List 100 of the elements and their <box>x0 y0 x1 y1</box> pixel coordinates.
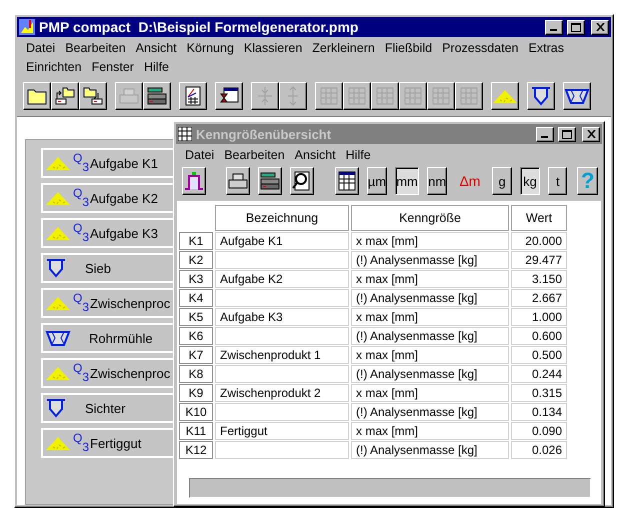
toolbar-button[interactable] <box>491 82 519 110</box>
table-cell: Aufgabe K2 <box>215 270 349 288</box>
grid-icon <box>346 85 368 107</box>
menu-item[interactable]: Ansicht <box>130 39 182 57</box>
node-label: Aufgabe K1 <box>90 156 158 170</box>
level-chart-icon <box>183 170 205 192</box>
maximize-button[interactable] <box>558 126 576 142</box>
row-header[interactable]: K10 <box>179 403 213 421</box>
table-cell: 0.090 <box>511 422 567 440</box>
pile-icon <box>45 155 71 171</box>
separator-icon <box>45 257 67 279</box>
table-cell: 0.500 <box>511 346 567 364</box>
unit-button[interactable]: kg <box>520 167 540 195</box>
toolbar-button[interactable] <box>563 82 591 110</box>
app-icon <box>19 19 35 35</box>
folder-arrow-icon <box>82 85 104 107</box>
table-cell: 29.477 <box>511 251 567 269</box>
toolbar-button[interactable] <box>527 82 555 110</box>
row-header[interactable]: K8 <box>179 365 213 383</box>
unit-button[interactable]: g <box>492 167 512 195</box>
toolbar-button[interactable] <box>258 167 282 195</box>
menu-item[interactable]: Körnung <box>182 39 239 57</box>
column-header[interactable]: Bezeichnung <box>215 205 349 231</box>
menu-item[interactable]: Extras <box>524 39 569 57</box>
row-header[interactable]: K6 <box>179 327 213 345</box>
table-cell: 0.026 <box>511 441 567 459</box>
menu-item[interactable]: Einrichten <box>21 58 87 76</box>
table-icon <box>178 127 192 141</box>
column-header[interactable]: Wert <box>511 205 567 231</box>
table-icon <box>336 170 358 192</box>
mill-icon <box>564 87 590 105</box>
folder-arrow-icon <box>54 85 76 107</box>
table-cell: 2.667 <box>511 289 567 307</box>
menu-item[interactable]: Hilfe <box>138 58 174 76</box>
close-icon <box>596 23 604 31</box>
node-label: Fertiggut <box>90 436 142 450</box>
menu-item[interactable]: Datei <box>180 146 220 164</box>
row-header[interactable]: K1 <box>179 232 213 250</box>
row-header[interactable]: K7 <box>179 346 213 364</box>
window-title: PMP compact D:\Beispiel Formelgenerator.pmp <box>39 19 360 35</box>
menu-item[interactable]: Ansicht <box>290 146 341 164</box>
table-cell: 3.150 <box>511 270 567 288</box>
grid-icon <box>430 85 452 107</box>
grid-icon <box>402 85 424 107</box>
toolbar-button[interactable] <box>51 82 79 110</box>
flowsheet-node[interactable]: Rohrmühle <box>41 323 173 353</box>
unit-button[interactable]: nm <box>426 167 448 195</box>
toolbar-button[interactable] <box>179 82 207 110</box>
separator-icon <box>530 85 552 107</box>
node-label: Zwischenproc <box>90 296 170 310</box>
toolbar-button[interactable] <box>215 82 243 110</box>
menu-item[interactable]: Fließbild <box>380 39 438 57</box>
node-label: Aufgabe K2 <box>90 190 158 206</box>
pile-icon <box>45 295 71 311</box>
row-header[interactable]: K9 <box>179 384 213 402</box>
pile-icon <box>45 435 71 451</box>
node-label: Zwischenproc <box>90 366 170 380</box>
close-button[interactable] <box>591 20 609 34</box>
table-cell: Fertiggut <box>215 422 349 440</box>
table-cell: 0.134 <box>511 403 567 421</box>
unit-button[interactable]: mm <box>395 167 419 195</box>
grid-icon <box>458 85 480 107</box>
minimize-button[interactable] <box>536 126 554 142</box>
row-header[interactable]: K3 <box>179 270 213 288</box>
flowsheet-node[interactable]: Sichter <box>41 393 173 423</box>
row-header[interactable]: K5 <box>179 308 213 326</box>
node-label: Sieb <box>85 260 112 276</box>
menu-item[interactable]: Bearbeiten <box>219 146 290 164</box>
toolbar-button[interactable] <box>23 82 51 110</box>
table-cell: x max [mm] <box>351 232 509 250</box>
grid-icon <box>318 85 340 107</box>
menu-item[interactable]: Bearbeiten <box>60 39 131 57</box>
flowsheet-node[interactable]: Sieb <box>41 253 173 283</box>
minimize-button[interactable] <box>545 20 563 34</box>
row-header[interactable]: K11 <box>179 422 213 440</box>
toolbar-button[interactable] <box>334 167 359 195</box>
column-header[interactable]: Kenngröße <box>351 205 509 231</box>
window-title: Kenngrößenübersicht <box>196 126 332 142</box>
maximize-icon <box>562 130 572 138</box>
row-header[interactable]: K12 <box>179 441 213 459</box>
menu-item[interactable]: Prozessdaten <box>437 39 524 57</box>
menu-item[interactable]: Hilfe <box>340 146 376 164</box>
pile-icon <box>45 365 71 381</box>
toolbar-button[interactable] <box>143 82 171 110</box>
row-header[interactable]: K2 <box>179 251 213 269</box>
menu-item[interactable]: Fenster <box>86 58 139 76</box>
toolbar-button[interactable] <box>290 167 314 195</box>
toolbar-button[interactable] <box>79 82 107 110</box>
close-button[interactable] <box>582 126 600 142</box>
menu-item[interactable]: Zerkleinern <box>307 39 380 57</box>
toolbar-button[interactable] <box>226 167 250 195</box>
toolbar-button[interactable] <box>182 167 206 195</box>
menu-item[interactable]: Klassieren <box>238 39 308 57</box>
menu-item[interactable]: Datei <box>21 39 60 57</box>
table-cell: Zwischenprodukt 2 <box>215 384 349 402</box>
maximize-button[interactable] <box>567 20 585 34</box>
unit-button[interactable]: t <box>548 167 568 195</box>
row-header[interactable]: K4 <box>179 289 213 307</box>
table-cell: 0.244 <box>511 365 567 383</box>
unit-button[interactable]: µm <box>366 167 388 195</box>
